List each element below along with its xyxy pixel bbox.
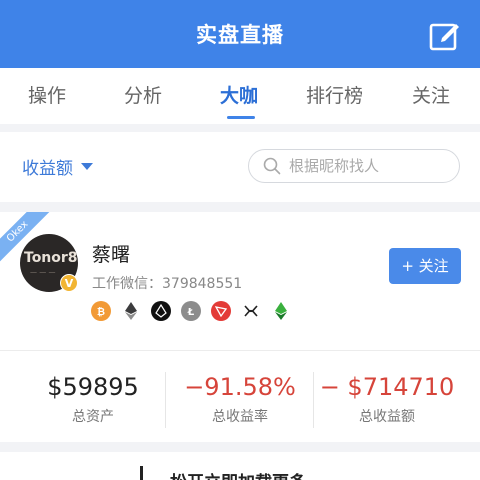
verified-badge: V bbox=[60, 274, 78, 292]
caret-down-icon bbox=[81, 163, 93, 170]
search-icon bbox=[263, 157, 281, 175]
stat-label: 总资产 bbox=[72, 409, 114, 425]
coin-list: ₿ Ł bbox=[91, 301, 301, 321]
tab-analysis[interactable]: 分析 bbox=[124, 68, 162, 124]
tab-rankings[interactable]: 排行榜 bbox=[306, 68, 363, 124]
stat-value: −91.58% bbox=[184, 373, 296, 401]
divider bbox=[0, 350, 480, 351]
stat-label: 总收益率 bbox=[212, 409, 268, 425]
app-header: 实盘直播 bbox=[0, 0, 480, 68]
trx-icon bbox=[211, 301, 231, 321]
edit-icon[interactable] bbox=[428, 20, 460, 52]
active-tab-indicator bbox=[227, 116, 255, 119]
load-more-area: 松开立即加载更多 bbox=[0, 452, 480, 480]
stat-total-return: − $714710 总收益额 bbox=[307, 372, 467, 426]
stat-total-assets: $59895 总资产 bbox=[13, 372, 173, 426]
avatar-decoration: — — — bbox=[30, 268, 56, 276]
sort-dropdown[interactable]: 收益额 bbox=[22, 154, 93, 179]
filter-bar: 收益额 bbox=[0, 132, 480, 202]
tab-operations[interactable]: 操作 bbox=[28, 68, 66, 124]
svg-text:₿: ₿ bbox=[97, 306, 105, 317]
stat-value: − $714710 bbox=[319, 373, 455, 401]
page-title: 实盘直播 bbox=[196, 23, 284, 47]
tab-following[interactable]: 关注 bbox=[412, 68, 450, 124]
sort-dropdown-label: 收益额 bbox=[22, 159, 73, 179]
ltc-icon: Ł bbox=[181, 301, 201, 321]
trader-name: 蔡曙 bbox=[92, 244, 131, 266]
stat-label: 总收益额 bbox=[359, 409, 415, 425]
loading-indicator bbox=[140, 466, 143, 480]
xrp-icon bbox=[241, 301, 261, 321]
etc-icon bbox=[271, 301, 291, 321]
search-input[interactable] bbox=[289, 157, 449, 175]
stat-value: $59895 bbox=[47, 373, 139, 401]
avatar-text: Tonor8 bbox=[24, 250, 78, 266]
svg-text:Ł: Ł bbox=[187, 307, 195, 317]
btc-icon: ₿ bbox=[91, 301, 111, 321]
search-box[interactable] bbox=[248, 149, 460, 183]
eos-icon bbox=[151, 301, 171, 321]
follow-button[interactable]: + 关注 bbox=[389, 248, 461, 284]
stat-total-return-rate: −91.58% 总收益率 bbox=[160, 372, 320, 426]
trader-wechat: 工作微信：379848551 bbox=[92, 276, 243, 292]
trader-card[interactable]: Okex Tonor8 — — — V 蔡曙 工作微信：379848551 + … bbox=[0, 212, 480, 442]
load-more-text: 松开立即加载更多 bbox=[170, 468, 306, 480]
eth-icon bbox=[121, 301, 141, 321]
